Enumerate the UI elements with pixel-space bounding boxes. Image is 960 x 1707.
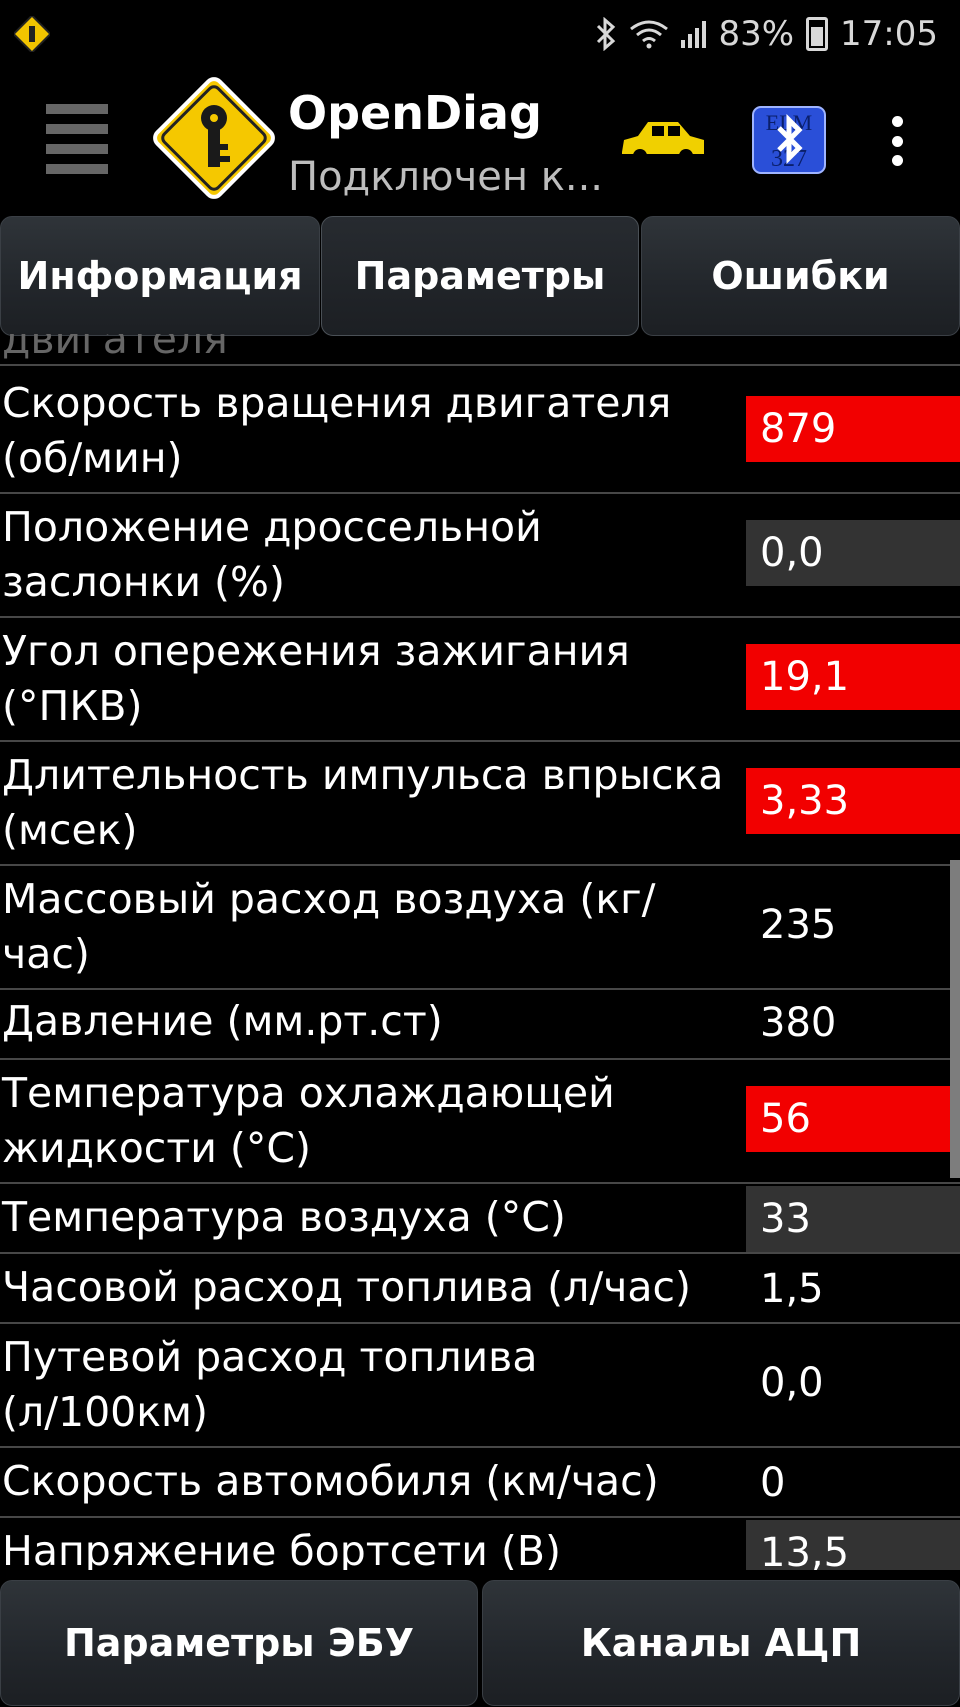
list-item[interactable]: Напряжение бортсети (В) 13,5 (0, 1518, 960, 1570)
param-value: 0 (760, 1460, 786, 1506)
parameter-list[interactable]: двигателя Скорость вращения двигателя (о… (0, 334, 960, 1570)
param-value: 235 (760, 902, 837, 948)
param-value: 380 (760, 1000, 837, 1046)
battery-icon (806, 17, 829, 51)
app-toolbar: OpenDiag Подключен к... ELM 327 (0, 68, 960, 210)
param-label: Скорость вращения двигателя (об/мин) (2, 379, 672, 482)
connection-status: Подключен к... (288, 154, 604, 200)
signal-icon (681, 20, 707, 48)
param-value: 56 (746, 1086, 960, 1152)
app-logo (153, 77, 275, 199)
battery-percent: 83% (718, 14, 795, 54)
status-bar: 83% 17:05 (0, 0, 960, 68)
list-item[interactable]: Угол опережения зажигания (°ПКВ) 19,1 (0, 618, 960, 742)
param-value: 33 (746, 1186, 960, 1252)
param-label: Температура воздуха (°C) (2, 1193, 566, 1241)
tab-parameters[interactable]: Параметры (321, 216, 639, 336)
wifi-icon (630, 20, 669, 49)
param-value: 879 (746, 396, 960, 462)
bluetooth-status-icon (597, 17, 616, 51)
hamburger-menu-icon[interactable] (46, 104, 108, 174)
list-item: двигателя (0, 334, 960, 366)
partial-label: двигателя (2, 334, 228, 363)
list-item[interactable]: Путевой расход топлива (л/100км) 0,0 (0, 1324, 960, 1448)
param-label: Угол опережения зажигания (°ПКВ) (2, 627, 630, 730)
list-item[interactable]: Скорость вращения двигателя (об/мин) 879 (0, 366, 960, 494)
param-value: 1,5 (760, 1266, 824, 1312)
list-item[interactable]: Скорость автомобиля (км/час) 0 (0, 1448, 960, 1518)
list-item[interactable]: Массовый расход воздуха (кг/час) 235 (0, 866, 960, 990)
param-label: Напряжение бортсети (В) (2, 1527, 562, 1570)
param-value: 3,33 (746, 768, 960, 834)
list-scrollbar[interactable] (950, 860, 960, 1178)
param-value: 0,0 (760, 1360, 824, 1406)
tab-bar: Информация Параметры Ошибки (0, 212, 960, 342)
param-label: Часовой расход топлива (л/час) (2, 1263, 692, 1311)
param-label: Давление (мм.рт.ст) (2, 997, 443, 1045)
adc-channels-button[interactable]: Каналы АЦП (482, 1580, 960, 1706)
list-item[interactable]: Положение дроссельной заслонки (%) 0,0 (0, 494, 960, 618)
param-value: 0,0 (746, 520, 960, 586)
param-label: Положение дроссельной заслонки (%) (2, 503, 542, 606)
list-item[interactable]: Давление (мм.рт.ст) 380 (0, 990, 960, 1060)
list-item[interactable]: Длительность импульса впрыска (мсек) 3,3… (0, 742, 960, 866)
bottom-bar: Параметры ЭБУ Каналы АЦП (0, 1574, 960, 1707)
overflow-menu-icon[interactable] (890, 116, 904, 166)
ecu-params-button[interactable]: Параметры ЭБУ (0, 1580, 478, 1706)
param-label: Скорость автомобиля (км/час) (2, 1457, 659, 1505)
param-label: Длительность импульса впрыска (мсек) (2, 751, 724, 854)
clock: 17:05 (840, 14, 938, 54)
param-value: 13,5 (746, 1520, 960, 1570)
list-item[interactable]: Температура воздуха (°C) 33 (0, 1184, 960, 1254)
bluetooth-adapter-icon[interactable]: ELM 327 (752, 106, 826, 174)
list-item[interactable]: Часовой расход топлива (л/час) 1,5 (0, 1254, 960, 1324)
list-item[interactable]: Температура охлаждающей жидкости (°C) 56 (0, 1060, 960, 1184)
param-label: Путевой расход топлива (л/100км) (2, 1333, 538, 1436)
param-label: Температура охлаждающей жидкости (°C) (2, 1069, 615, 1172)
param-value: 19,1 (746, 644, 960, 710)
param-label: Массовый расход воздуха (кг/час) (2, 875, 656, 978)
tab-info[interactable]: Информация (0, 216, 320, 336)
tab-errors[interactable]: Ошибки (641, 216, 960, 336)
app-notification-icon (14, 16, 50, 52)
car-icon[interactable] (616, 112, 708, 170)
app-title: OpenDiag (288, 86, 542, 140)
